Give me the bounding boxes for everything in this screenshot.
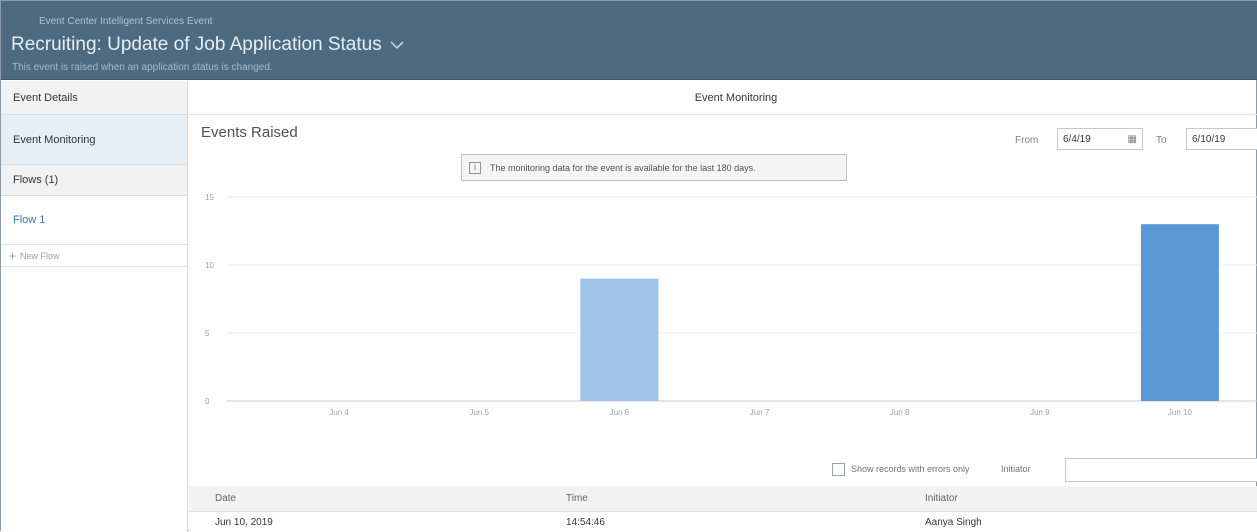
sidebar-item-event-monitoring[interactable]: Event Monitoring (1, 115, 187, 165)
y-tick-label: 10 (205, 261, 214, 270)
column-header-initiator[interactable]: Initiator (925, 486, 958, 511)
cell-date: Jun 10, 2019 (215, 516, 273, 528)
from-date-value: 6/4/19 (1063, 133, 1091, 145)
plus-icon: + (9, 248, 17, 263)
sidebar-item-flows[interactable]: Flows (1) (1, 165, 187, 196)
tab-bar: Event Monitoring (189, 81, 1257, 115)
x-tick-label: Jun 8 (890, 408, 910, 417)
y-tick-label: 15 (205, 193, 214, 202)
breadcrumb[interactable]: Event Center Intelligent Services Event (39, 16, 212, 27)
from-label: From (1015, 135, 1039, 146)
to-date-value: 6/10/19 (1192, 133, 1226, 145)
y-tick-label: 5 (205, 329, 210, 338)
sidebar-item-label: Event Details (13, 91, 78, 104)
sidebar-item-label: Flow 1 (13, 214, 46, 226)
sidebar-item-event-details[interactable]: Event Details (1, 81, 187, 115)
cell-time: 14:54:46 (566, 516, 605, 528)
title-row: Recruiting: Update of Job Application St… (11, 34, 404, 56)
sidebar-item-flow-1[interactable]: Flow 1 (1, 196, 187, 245)
sidebar-item-label: Flows (1) (13, 174, 59, 186)
new-flow-button[interactable]: + New Flow (1, 245, 187, 267)
new-flow-label: New Flow (20, 250, 60, 261)
cell-initiator: Aanya Singh (925, 516, 982, 528)
table-header: Date Time Initiator (189, 486, 1257, 512)
events-chart: 0 5 10 15 Jun 4 Jun 5 Jun 6 Jun 7 Jun 8 Jun 9 Jun … (205, 193, 1257, 417)
bar (1140, 224, 1219, 401)
x-tick-label: Jun 9 (1030, 408, 1050, 417)
errors-only-checkbox[interactable] (832, 463, 845, 476)
info-icon: i (469, 161, 481, 174)
section-title: Events Raised (201, 124, 298, 141)
initiator-filter-input[interactable] (1065, 458, 1257, 482)
x-tick-label: Jun 6 (610, 408, 630, 417)
column-header-date[interactable]: Date (215, 486, 236, 511)
x-tick-label: Jun 7 (750, 408, 770, 417)
y-tick-label: 0 (205, 397, 210, 406)
chevron-down-icon[interactable] (390, 40, 404, 50)
x-tick-label: Jun 5 (469, 408, 489, 417)
from-date-input[interactable]: 6/4/19 ▦ (1057, 128, 1143, 150)
sidebar-item-label: Event Monitoring (13, 133, 96, 146)
info-text: The monitoring data for the event is ava… (490, 162, 756, 173)
initiator-label: Initiator (1001, 464, 1031, 474)
bar (580, 278, 659, 401)
app-window: Event Center Intelligent Services Event … (0, 0, 1257, 532)
column-header-time[interactable]: Time (566, 486, 588, 511)
to-date-input[interactable]: 6/10/19 (1186, 128, 1257, 150)
x-tick-label: Jun 4 (329, 408, 349, 417)
page-title: Recruiting: Update of Job Application St… (11, 34, 382, 55)
page-header: Event Center Intelligent Services Event … (1, 1, 1257, 80)
to-label: To (1156, 135, 1167, 146)
info-message: i The monitoring data for the event is a… (461, 154, 847, 181)
sidebar: Event Details Event Monitoring Flows (1)… (1, 81, 188, 532)
main-content: Event Monitoring Events Raised i The mon… (189, 81, 1257, 532)
errors-only-label: Show records with errors only (851, 464, 970, 474)
calendar-icon[interactable]: ▦ (1128, 134, 1137, 145)
x-tick-label: Jun 10 (1168, 408, 1193, 417)
tab-event-monitoring[interactable]: Event Monitoring (670, 92, 778, 104)
table-row[interactable]: Jun 10, 2019 14:54:46 Aanya Singh (189, 512, 1257, 532)
page-subtitle: This event is raised when an application… (12, 62, 273, 73)
